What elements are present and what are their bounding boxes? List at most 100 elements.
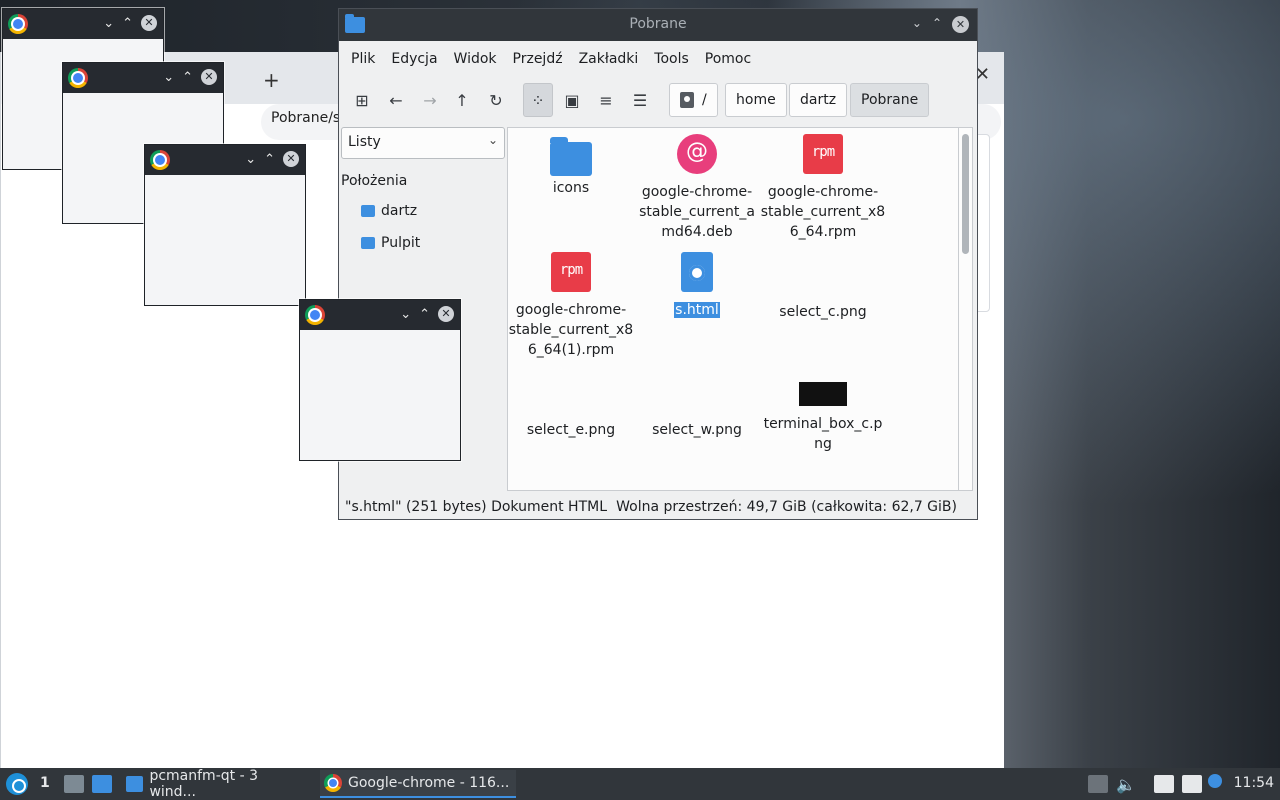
new-tab-icon[interactable]: ⊞ (347, 83, 377, 117)
sidebar-item-dartz[interactable]: dartz (361, 203, 417, 219)
chevron-up-icon: ⌃ (122, 16, 133, 31)
sidebar-item-label: dartz (381, 203, 418, 219)
new-tab-icon[interactable]: + (263, 68, 280, 92)
taskbar: 1 pcmanfm-qt - 3 wind... Google-chrome -… (0, 768, 1280, 800)
reload-icon[interactable]: ↻ (481, 83, 511, 117)
thumbnail-view-icon[interactable]: ▣ (557, 83, 587, 117)
image-icon (676, 370, 718, 412)
chrome-logo-icon (305, 305, 325, 325)
chrome-logo-icon (68, 68, 88, 88)
file-item[interactable]: select_c.png (760, 252, 886, 322)
breadcrumb-label: / (702, 92, 707, 108)
task-label: pcmanfm-qt - 3 wind... (149, 768, 258, 800)
file-name: select_e.png (526, 422, 616, 438)
file-item[interactable]: google-chrome-stable_current_x86_64.rpm (760, 134, 886, 242)
clipboard-icon[interactable] (1154, 775, 1174, 793)
menu-przejdz[interactable]: Przejdź (505, 51, 571, 67)
chevron-down-icon: ⌄ (400, 307, 412, 322)
file-item[interactable]: terminal_box_c.png (760, 370, 886, 454)
show-desktop-icon[interactable] (64, 775, 84, 793)
close-icon: ✕ (283, 151, 299, 167)
file-item[interactable]: google-chrome-stable_current_amd64.deb (634, 134, 760, 242)
file-name: terminal_box_c.png (763, 416, 883, 452)
html-file-icon (681, 252, 713, 292)
menu-bar: Plik Edycja Widok Przejdź Zakładki Tools… (339, 41, 977, 77)
file-name: select_w.png (652, 422, 742, 438)
start-menu-button[interactable] (6, 773, 28, 795)
chevron-down-icon: ⌄ (487, 133, 498, 147)
image-icon (550, 370, 592, 412)
folder-icon (126, 776, 144, 792)
chevron-down-icon: ⌄ (103, 16, 115, 31)
file-item[interactable]: select_e.png (508, 370, 634, 440)
detailed-list-icon[interactable]: ☰ (625, 83, 655, 117)
eject-icon[interactable] (1088, 775, 1108, 793)
file-name: google-chrome-stable_current_x86_64.rpm (760, 184, 886, 240)
close-icon: ✕ (438, 306, 454, 322)
rpm-package-icon (803, 134, 843, 174)
forward-icon[interactable]: → (415, 83, 445, 117)
menu-plik[interactable]: Plik (343, 51, 383, 67)
status-bar: "s.html" (251 bytes) Dokument HTML Wolna… (339, 497, 977, 519)
task-google-chrome[interactable]: Google-chrome - 116... (320, 770, 516, 798)
toolbar: ⊞ ← → ↑ ↻ ⁘ ▣ ≡ ☰ / home dartz Pobrane (339, 79, 977, 121)
breadcrumb-pobrane[interactable]: Pobrane (850, 83, 930, 117)
notification-icon[interactable] (1208, 774, 1222, 788)
file-name: icons (552, 180, 590, 196)
up-icon[interactable]: ↑ (447, 83, 477, 117)
file-item[interactable]: icons (508, 136, 634, 198)
close-icon: ✕ (141, 15, 157, 31)
network-icon[interactable] (1182, 775, 1202, 793)
scrollbar-thumb[interactable] (962, 134, 969, 254)
scrollbar[interactable] (959, 127, 973, 491)
back-icon[interactable]: ← (381, 83, 411, 117)
file-item[interactable]: google-chrome-stable_current_x86_64(1).r… (508, 252, 634, 360)
volume-icon[interactable]: 🔈 (1116, 775, 1136, 794)
task-label: Google-chrome - 116... (348, 775, 510, 791)
icon-view-icon[interactable]: ⁘ (523, 83, 553, 117)
window-titlebar[interactable]: Pobrane ⌄ ⌃ ✕ (339, 9, 977, 41)
breadcrumb-home[interactable]: home (725, 83, 787, 117)
places-heading: Położenia (341, 173, 408, 189)
chevron-up-icon: ⌃ (419, 307, 430, 322)
chrome-logo-icon (8, 14, 28, 34)
minimize-button[interactable]: ⌄ (912, 16, 922, 33)
close-icon: ✕ (201, 69, 217, 85)
chevron-down-icon: ⌄ (163, 70, 175, 85)
file-name: google-chrome-stable_current_x86_64(1).r… (508, 302, 634, 358)
menu-pomoc[interactable]: Pomoc (697, 51, 759, 67)
file-manager-launcher-icon[interactable] (92, 775, 112, 793)
free-space-status: Wolna przestrzeń: 49,7 GiB (całkowita: 6… (616, 499, 957, 515)
breadcrumb-root[interactable]: / (669, 83, 718, 117)
menu-widok[interactable]: Widok (446, 51, 505, 67)
compact-view-icon[interactable]: ≡ (591, 83, 621, 117)
selected-file-name: s.html (674, 302, 720, 318)
menu-tools[interactable]: Tools (646, 51, 697, 67)
chevron-down-icon: ⌄ (245, 152, 257, 167)
side-pane-mode-value: Listy (348, 134, 381, 150)
chevron-up-icon: ⌃ (182, 70, 193, 85)
maximize-button[interactable]: ⌃ (932, 16, 942, 33)
side-pane-mode-select[interactable]: Listy ⌄ (341, 127, 505, 159)
sidebar-item-pulpit[interactable]: Pulpit (361, 235, 420, 251)
chevron-up-icon: ⌃ (264, 152, 275, 167)
close-button[interactable]: ✕ (952, 16, 969, 33)
menu-zakladki[interactable]: Zakładki (571, 51, 647, 67)
desktop-folder-icon (361, 237, 375, 249)
file-item-selected[interactable]: s.html (634, 252, 760, 320)
clock[interactable]: 11:54 (1234, 775, 1274, 791)
home-folder-icon (361, 205, 375, 217)
file-item[interactable]: select_w.png (634, 370, 760, 440)
drive-icon (680, 92, 694, 108)
task-pcmanfm[interactable]: pcmanfm-qt - 3 wind... (122, 768, 308, 800)
desktop-switcher[interactable]: 1 (40, 775, 50, 791)
sidebar-item-label: Pulpit (381, 235, 421, 251)
file-name: s.html (634, 300, 760, 320)
file-name: google-chrome-stable_current_amd64.deb (639, 184, 755, 240)
breadcrumb-dartz[interactable]: dartz (789, 83, 848, 117)
window-title: Pobrane (629, 16, 687, 32)
menu-edycja[interactable]: Edycja (383, 51, 445, 67)
image-icon (799, 382, 847, 406)
chrome-address-text: Pobrane/s (271, 110, 341, 126)
file-view[interactable]: icons google-chrome-stable_current_amd64… (507, 127, 959, 491)
